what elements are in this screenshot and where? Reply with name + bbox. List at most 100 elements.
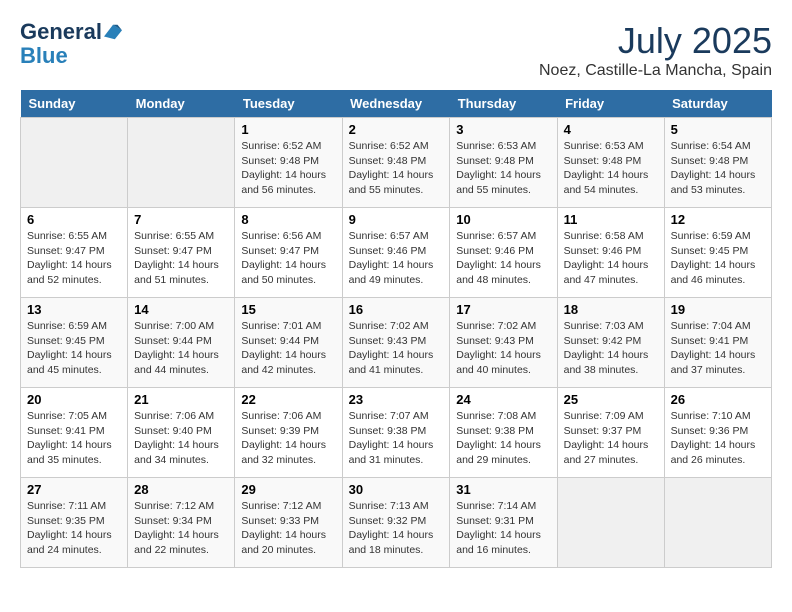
calendar-cell: 13Sunrise: 6:59 AMSunset: 9:45 PMDayligh…	[21, 298, 128, 388]
day-number: 16	[349, 302, 444, 317]
day-info: Sunrise: 7:13 AMSunset: 9:32 PMDaylight:…	[349, 499, 444, 558]
day-info: Sunrise: 7:11 AMSunset: 9:35 PMDaylight:…	[27, 499, 121, 558]
calendar-cell: 4 Sunrise: 6:53 AMSunset: 9:48 PMDaylight…	[557, 118, 664, 208]
calendar-cell	[557, 478, 664, 568]
day-number: 17	[456, 302, 550, 317]
calendar-cell: 26 Sunrise: 7:10 AMSunset: 9:36 PMDayligh…	[664, 388, 771, 478]
day-number: 4	[564, 122, 658, 137]
calendar-cell: 23 Sunrise: 7:07 AMSunset: 9:38 PMDayligh…	[342, 388, 450, 478]
day-info: Sunrise: 7:02 AMSunset: 9:43 PMDaylight:…	[349, 319, 444, 378]
calendar-cell: 27 Sunrise: 7:11 AMSunset: 9:35 PMDayligh…	[21, 478, 128, 568]
calendar-cell: 21 Sunrise: 7:06 AMSunset: 9:40 PMDayligh…	[128, 388, 235, 478]
header-monday: Monday	[128, 90, 235, 118]
calendar-cell: 6 Sunrise: 6:55 AMSunset: 9:47 PMDaylight…	[21, 208, 128, 298]
day-info: Sunrise: 7:06 AMSunset: 9:40 PMDaylight:…	[134, 409, 228, 468]
day-number: 12	[671, 212, 765, 227]
calendar-week-5: 27 Sunrise: 7:11 AMSunset: 9:35 PMDayligh…	[21, 478, 772, 568]
calendar-cell: 1 Sunrise: 6:52 AMSunset: 9:48 PMDaylight…	[235, 118, 342, 208]
month-year-title: July 2025	[539, 20, 772, 62]
day-info: Sunrise: 7:05 AMSunset: 9:41 PMDaylight:…	[27, 409, 121, 468]
day-number: 20	[27, 392, 121, 407]
day-number: 28	[134, 482, 228, 497]
day-info: Sunrise: 7:01 AMSunset: 9:44 PMDaylight:…	[241, 319, 335, 378]
day-info: Sunrise: 6:57 AMSunset: 9:46 PMDaylight:…	[349, 229, 444, 288]
day-number: 3	[456, 122, 550, 137]
day-number: 10	[456, 212, 550, 227]
day-number: 7	[134, 212, 228, 227]
day-info: Sunrise: 7:06 AMSunset: 9:39 PMDaylight:…	[241, 409, 335, 468]
calendar-cell: 8Sunrise: 6:56 AMSunset: 9:47 PMDaylight…	[235, 208, 342, 298]
calendar-cell: 31Sunrise: 7:14 AMSunset: 9:31 PMDayligh…	[450, 478, 557, 568]
day-number: 31	[456, 482, 550, 497]
calendar-header-row: SundayMondayTuesdayWednesdayThursdayFrid…	[21, 90, 772, 118]
logo-icon	[104, 23, 122, 41]
calendar-week-3: 13Sunrise: 6:59 AMSunset: 9:45 PMDayligh…	[21, 298, 772, 388]
day-number: 1	[241, 122, 335, 137]
day-info: Sunrise: 6:57 AMSunset: 9:46 PMDaylight:…	[456, 229, 550, 288]
calendar-cell: 10 Sunrise: 6:57 AMSunset: 9:46 PMDayligh…	[450, 208, 557, 298]
calendar-body: 1 Sunrise: 6:52 AMSunset: 9:48 PMDaylight…	[21, 118, 772, 568]
calendar-cell: 9 Sunrise: 6:57 AMSunset: 9:46 PMDaylight…	[342, 208, 450, 298]
day-info: Sunrise: 7:12 AMSunset: 9:33 PMDaylight:…	[241, 499, 335, 558]
day-number: 29	[241, 482, 335, 497]
day-info: Sunrise: 6:58 AMSunset: 9:46 PMDaylight:…	[564, 229, 658, 288]
day-info: Sunrise: 7:10 AMSunset: 9:36 PMDaylight:…	[671, 409, 765, 468]
logo-blue: Blue	[20, 44, 68, 68]
day-info: Sunrise: 7:03 AMSunset: 9:42 PMDaylight:…	[564, 319, 658, 378]
day-number: 27	[27, 482, 121, 497]
calendar-cell: 15Sunrise: 7:01 AMSunset: 9:44 PMDayligh…	[235, 298, 342, 388]
day-info: Sunrise: 6:52 AMSunset: 9:48 PMDaylight:…	[241, 139, 335, 198]
calendar-cell: 11 Sunrise: 6:58 AMSunset: 9:46 PMDayligh…	[557, 208, 664, 298]
day-number: 26	[671, 392, 765, 407]
day-number: 23	[349, 392, 444, 407]
calendar-cell: 20 Sunrise: 7:05 AMSunset: 9:41 PMDayligh…	[21, 388, 128, 478]
header-wednesday: Wednesday	[342, 90, 450, 118]
page-header: General Blue July 2025 Noez, Castille-La…	[20, 20, 772, 80]
header-sunday: Sunday	[21, 90, 128, 118]
day-number: 18	[564, 302, 658, 317]
logo-general: General	[20, 20, 102, 44]
day-info: Sunrise: 6:59 AMSunset: 9:45 PMDaylight:…	[671, 229, 765, 288]
calendar-table: SundayMondayTuesdayWednesdayThursdayFrid…	[20, 90, 772, 568]
day-number: 19	[671, 302, 765, 317]
day-number: 9	[349, 212, 444, 227]
day-number: 11	[564, 212, 658, 227]
calendar-cell: 7 Sunrise: 6:55 AMSunset: 9:47 PMDaylight…	[128, 208, 235, 298]
day-info: Sunrise: 7:07 AMSunset: 9:38 PMDaylight:…	[349, 409, 444, 468]
day-info: Sunrise: 6:55 AMSunset: 9:47 PMDaylight:…	[134, 229, 228, 288]
day-info: Sunrise: 6:53 AMSunset: 9:48 PMDaylight:…	[564, 139, 658, 198]
day-info: Sunrise: 7:12 AMSunset: 9:34 PMDaylight:…	[134, 499, 228, 558]
calendar-cell	[664, 478, 771, 568]
calendar-cell: 14 Sunrise: 7:00 AMSunset: 9:44 PMDayligh…	[128, 298, 235, 388]
calendar-cell: 22 Sunrise: 7:06 AMSunset: 9:39 PMDayligh…	[235, 388, 342, 478]
day-number: 30	[349, 482, 444, 497]
day-number: 14	[134, 302, 228, 317]
header-tuesday: Tuesday	[235, 90, 342, 118]
day-info: Sunrise: 6:53 AMSunset: 9:48 PMDaylight:…	[456, 139, 550, 198]
header-friday: Friday	[557, 90, 664, 118]
title-section: July 2025 Noez, Castille-La Mancha, Spai…	[539, 20, 772, 80]
calendar-cell: 18 Sunrise: 7:03 AMSunset: 9:42 PMDayligh…	[557, 298, 664, 388]
calendar-cell: 24 Sunrise: 7:08 AMSunset: 9:38 PMDayligh…	[450, 388, 557, 478]
day-info: Sunrise: 7:00 AMSunset: 9:44 PMDaylight:…	[134, 319, 228, 378]
calendar-cell: 16 Sunrise: 7:02 AMSunset: 9:43 PMDayligh…	[342, 298, 450, 388]
calendar-week-1: 1 Sunrise: 6:52 AMSunset: 9:48 PMDaylight…	[21, 118, 772, 208]
day-number: 6	[27, 212, 121, 227]
day-number: 24	[456, 392, 550, 407]
calendar-cell: 5Sunrise: 6:54 AMSunset: 9:48 PMDaylight…	[664, 118, 771, 208]
calendar-cell: 25Sunrise: 7:09 AMSunset: 9:37 PMDayligh…	[557, 388, 664, 478]
day-number: 22	[241, 392, 335, 407]
day-number: 5	[671, 122, 765, 137]
day-info: Sunrise: 7:04 AMSunset: 9:41 PMDaylight:…	[671, 319, 765, 378]
day-number: 13	[27, 302, 121, 317]
day-info: Sunrise: 6:56 AMSunset: 9:47 PMDaylight:…	[241, 229, 335, 288]
calendar-cell: 29 Sunrise: 7:12 AMSunset: 9:33 PMDayligh…	[235, 478, 342, 568]
day-info: Sunrise: 6:52 AMSunset: 9:48 PMDaylight:…	[349, 139, 444, 198]
logo: General Blue	[20, 20, 122, 68]
header-saturday: Saturday	[664, 90, 771, 118]
calendar-week-2: 6 Sunrise: 6:55 AMSunset: 9:47 PMDaylight…	[21, 208, 772, 298]
day-number: 21	[134, 392, 228, 407]
day-info: Sunrise: 7:08 AMSunset: 9:38 PMDaylight:…	[456, 409, 550, 468]
day-info: Sunrise: 6:55 AMSunset: 9:47 PMDaylight:…	[27, 229, 121, 288]
calendar-cell: 3 Sunrise: 6:53 AMSunset: 9:48 PMDaylight…	[450, 118, 557, 208]
